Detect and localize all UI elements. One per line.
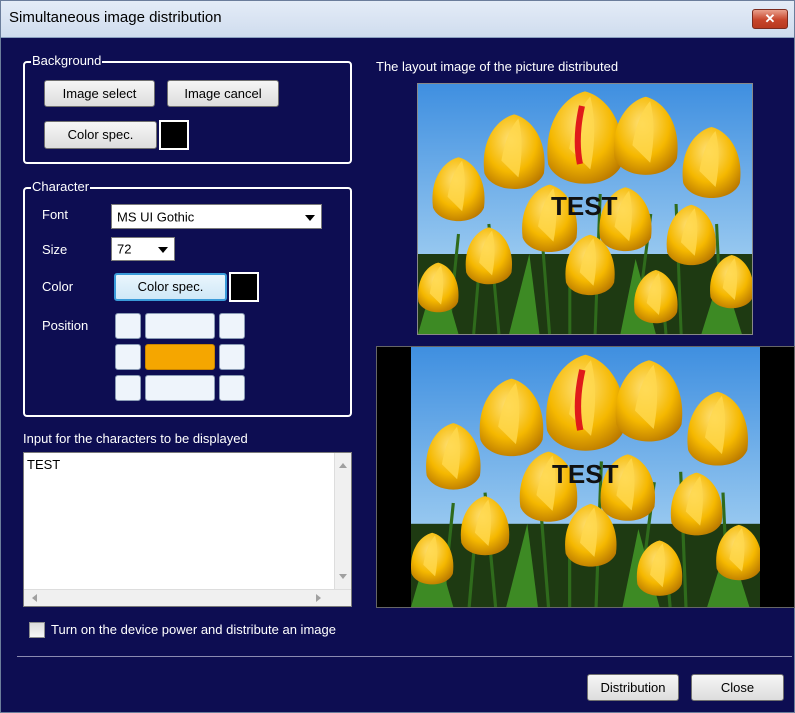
position-top-right[interactable]: [219, 313, 245, 339]
footer-divider: [17, 656, 792, 657]
position-bottom-left[interactable]: [115, 375, 141, 401]
character-group: Character Font MS UI Gothic Size 72 Colo…: [23, 179, 352, 417]
position-top-left[interactable]: [115, 313, 141, 339]
chevron-down-icon: [305, 214, 315, 221]
character-color-spec-button[interactable]: Color spec.: [114, 273, 227, 301]
size-label: Size: [42, 242, 68, 257]
size-select-value: 72: [117, 241, 132, 257]
horizontal-scrollbar[interactable]: [24, 589, 351, 606]
power-distribute-label: Turn on the device power and distribute …: [51, 622, 336, 637]
position-middle-right[interactable]: [219, 344, 245, 370]
font-select-value: MS UI Gothic: [117, 209, 195, 224]
position-middle-center[interactable]: [145, 344, 215, 370]
position-bottom-right[interactable]: [219, 375, 245, 401]
distribution-overlay-text: TEST: [552, 459, 619, 489]
background-color-spec-button[interactable]: Color spec.: [44, 121, 157, 149]
character-color-swatch: [229, 272, 259, 302]
scroll-up-icon[interactable]: [339, 463, 347, 468]
background-legend: Background: [31, 53, 103, 68]
input-label: Input for the characters to be displayed: [23, 431, 248, 446]
image-cancel-button[interactable]: Image cancel: [167, 80, 279, 107]
power-distribute-checkbox[interactable]: [29, 622, 45, 638]
close-window-button[interactable]: ✕: [752, 9, 788, 29]
position-label: Position: [42, 318, 89, 333]
position-middle-left[interactable]: [115, 344, 141, 370]
preview-label: The layout image of the picture distribu…: [376, 59, 619, 74]
scroll-left-icon[interactable]: [32, 594, 37, 602]
title-bar: Simultaneous image distribution ✕: [1, 1, 794, 38]
position-bottom-center[interactable]: [145, 375, 215, 401]
characters-textarea[interactable]: TEST: [23, 452, 352, 607]
dialog-window: Simultaneous image distribution ✕ Backgr…: [0, 0, 795, 713]
distribution-button[interactable]: Distribution: [587, 674, 679, 701]
vertical-scrollbar[interactable]: [334, 453, 351, 591]
window-title: Simultaneous image distribution: [9, 9, 222, 26]
image-select-button[interactable]: Image select: [44, 80, 155, 107]
character-legend: Character: [31, 179, 91, 194]
chevron-down-icon: [158, 247, 168, 253]
position-top-center[interactable]: [145, 313, 215, 339]
scroll-right-icon[interactable]: [316, 594, 321, 602]
layout-preview-image: TEST: [417, 83, 753, 335]
close-button[interactable]: Close: [691, 674, 784, 701]
size-select[interactable]: 72: [111, 237, 175, 261]
preview-overlay-text: TEST: [551, 191, 618, 221]
distribution-preview-image: TEST: [376, 346, 795, 608]
font-label: Font: [42, 207, 69, 222]
scroll-down-icon[interactable]: [339, 574, 347, 579]
font-select[interactable]: MS UI Gothic: [111, 204, 322, 229]
color-label: Color: [42, 279, 74, 294]
characters-textarea-value: TEST: [27, 457, 61, 472]
background-group: Background Image select Image cancel Col…: [23, 53, 352, 164]
background-color-swatch: [159, 120, 189, 150]
